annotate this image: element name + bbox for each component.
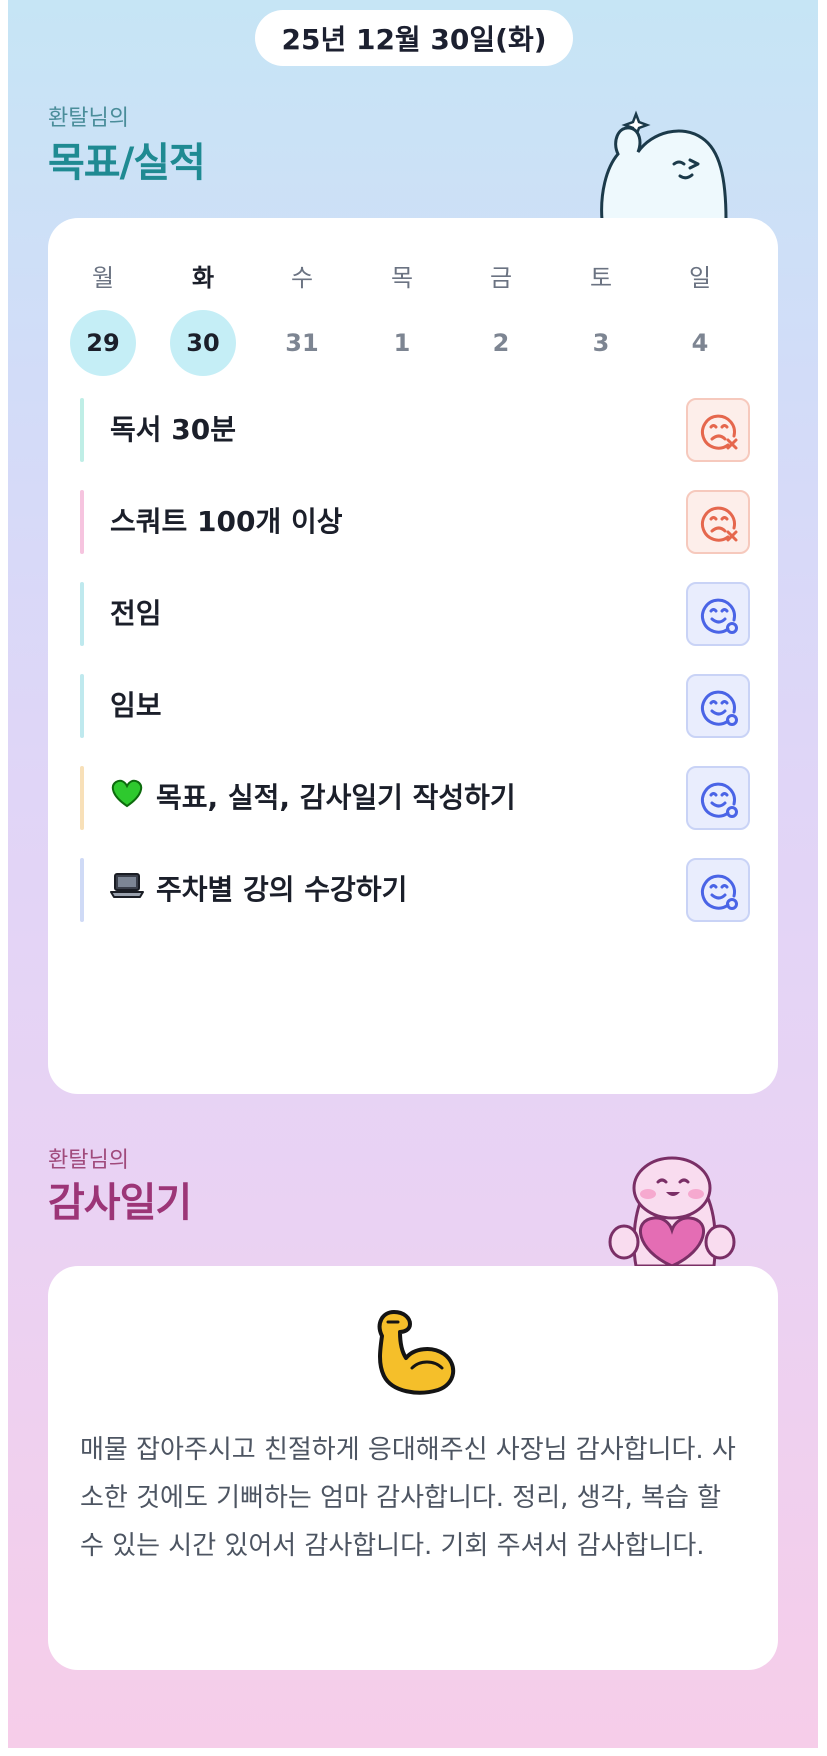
goal-label-row: 전임 bbox=[110, 582, 162, 646]
goal-color-bar bbox=[80, 490, 84, 554]
goal-item[interactable]: 스쿼트 100개 이상 bbox=[80, 490, 750, 554]
day-name: 토 bbox=[589, 264, 613, 292]
goal-item[interactable]: 목표, 실적, 감사일기 작성하기 bbox=[80, 766, 750, 830]
goals-title: 목표/실적 bbox=[48, 140, 206, 186]
status-fail-button[interactable] bbox=[686, 398, 750, 462]
day-name: 월 bbox=[91, 264, 115, 292]
day-number: 31 bbox=[285, 329, 319, 357]
day-column[interactable]: 금2 bbox=[466, 258, 536, 378]
goal-color-bar bbox=[80, 766, 84, 830]
day-number: 3 bbox=[592, 329, 610, 357]
day-name: 일 bbox=[688, 264, 712, 292]
week-calendar: 월 29 화 30 수 31 목 1 금 2 토 3 일 4 bbox=[48, 258, 778, 398]
day-number: 2 bbox=[492, 329, 510, 357]
date-label: 25년 12월 30일(화) bbox=[281, 23, 547, 56]
day-name: 목 bbox=[390, 264, 414, 292]
day-column[interactable]: 목1 bbox=[367, 258, 437, 378]
diary-title: 감사일기 bbox=[48, 1180, 192, 1226]
goal-item[interactable]: 독서 30분 bbox=[80, 398, 750, 462]
goal-label: 주차별 강의 수강하기 bbox=[156, 873, 408, 906]
status-done-button[interactable] bbox=[686, 766, 750, 830]
page: 25년 12월 30일(화) 환탈님의 목표/실적 월 29 화 30 수 31 목 1 금 2 토… bbox=[8, 0, 818, 1748]
goal-label-row: 주차별 강의 수강하기 bbox=[110, 858, 407, 922]
blue-mascot-illustration bbox=[600, 110, 728, 220]
goal-label: 목표, 실적, 감사일기 작성하기 bbox=[156, 781, 516, 814]
goal-item[interactable]: 주차별 강의 수강하기 bbox=[80, 858, 750, 922]
goal-label: 독서 30분 bbox=[110, 413, 236, 446]
laptop-icon bbox=[110, 859, 144, 923]
flexed-biceps-icon bbox=[377, 1310, 455, 1395]
day-name: 수 bbox=[290, 264, 314, 292]
day-column[interactable]: 월 29 bbox=[68, 258, 138, 378]
goal-color-bar bbox=[80, 582, 84, 646]
day-name: 금 bbox=[489, 264, 513, 292]
day-column[interactable]: 일4 bbox=[665, 258, 735, 378]
goal-label-row: 스쿼트 100개 이상 bbox=[110, 490, 343, 554]
date-pill[interactable]: 25년 12월 30일(화) bbox=[255, 10, 573, 66]
goals-card: 월 29 화 30 수 31 목 1 금 2 토 3 일 4 독서 30분 스쿼트 100개 이상 전임 임보 목… bbox=[48, 218, 778, 1094]
green-heart-icon bbox=[110, 767, 144, 831]
goal-label: 전임 bbox=[110, 597, 162, 630]
goal-label-row: 목표, 실적, 감사일기 작성하기 bbox=[110, 766, 516, 830]
status-done-button[interactable] bbox=[686, 674, 750, 738]
goal-label-row: 임보 bbox=[110, 674, 162, 738]
goal-item[interactable]: 전임 bbox=[80, 582, 750, 646]
goal-color-bar bbox=[80, 674, 84, 738]
pink-mascot-illustration bbox=[608, 1156, 736, 1266]
goal-color-bar bbox=[80, 858, 84, 922]
day-number: 29 bbox=[70, 310, 136, 376]
goal-item[interactable]: 임보 bbox=[80, 674, 750, 738]
status-fail-button[interactable] bbox=[686, 490, 750, 554]
status-done-button[interactable] bbox=[686, 858, 750, 922]
goal-label: 임보 bbox=[110, 689, 162, 722]
goal-label: 스쿼트 100개 이상 bbox=[110, 505, 343, 538]
day-number: 30 bbox=[170, 310, 236, 376]
goal-label-row: 독서 30분 bbox=[110, 398, 236, 462]
goals-subtitle: 환탈님의 bbox=[48, 106, 129, 131]
goal-color-bar bbox=[80, 398, 84, 462]
day-column[interactable]: 수 31 bbox=[267, 258, 337, 378]
status-done-button[interactable] bbox=[686, 582, 750, 646]
diary-text: 매물 잡아주시고 친절하게 응대해주신 사장님 감사합니다. 사소한 것에도 기… bbox=[80, 1435, 736, 1561]
day-number: 1 bbox=[393, 329, 411, 357]
day-column[interactable]: 화 30 bbox=[168, 258, 238, 378]
day-name: 화 bbox=[191, 264, 215, 292]
day-column[interactable]: 토3 bbox=[566, 258, 636, 378]
day-number: 4 bbox=[691, 329, 709, 357]
diary-card: 매물 잡아주시고 친절하게 응대해주신 사장님 감사합니다. 사소한 것에도 기… bbox=[48, 1266, 778, 1670]
